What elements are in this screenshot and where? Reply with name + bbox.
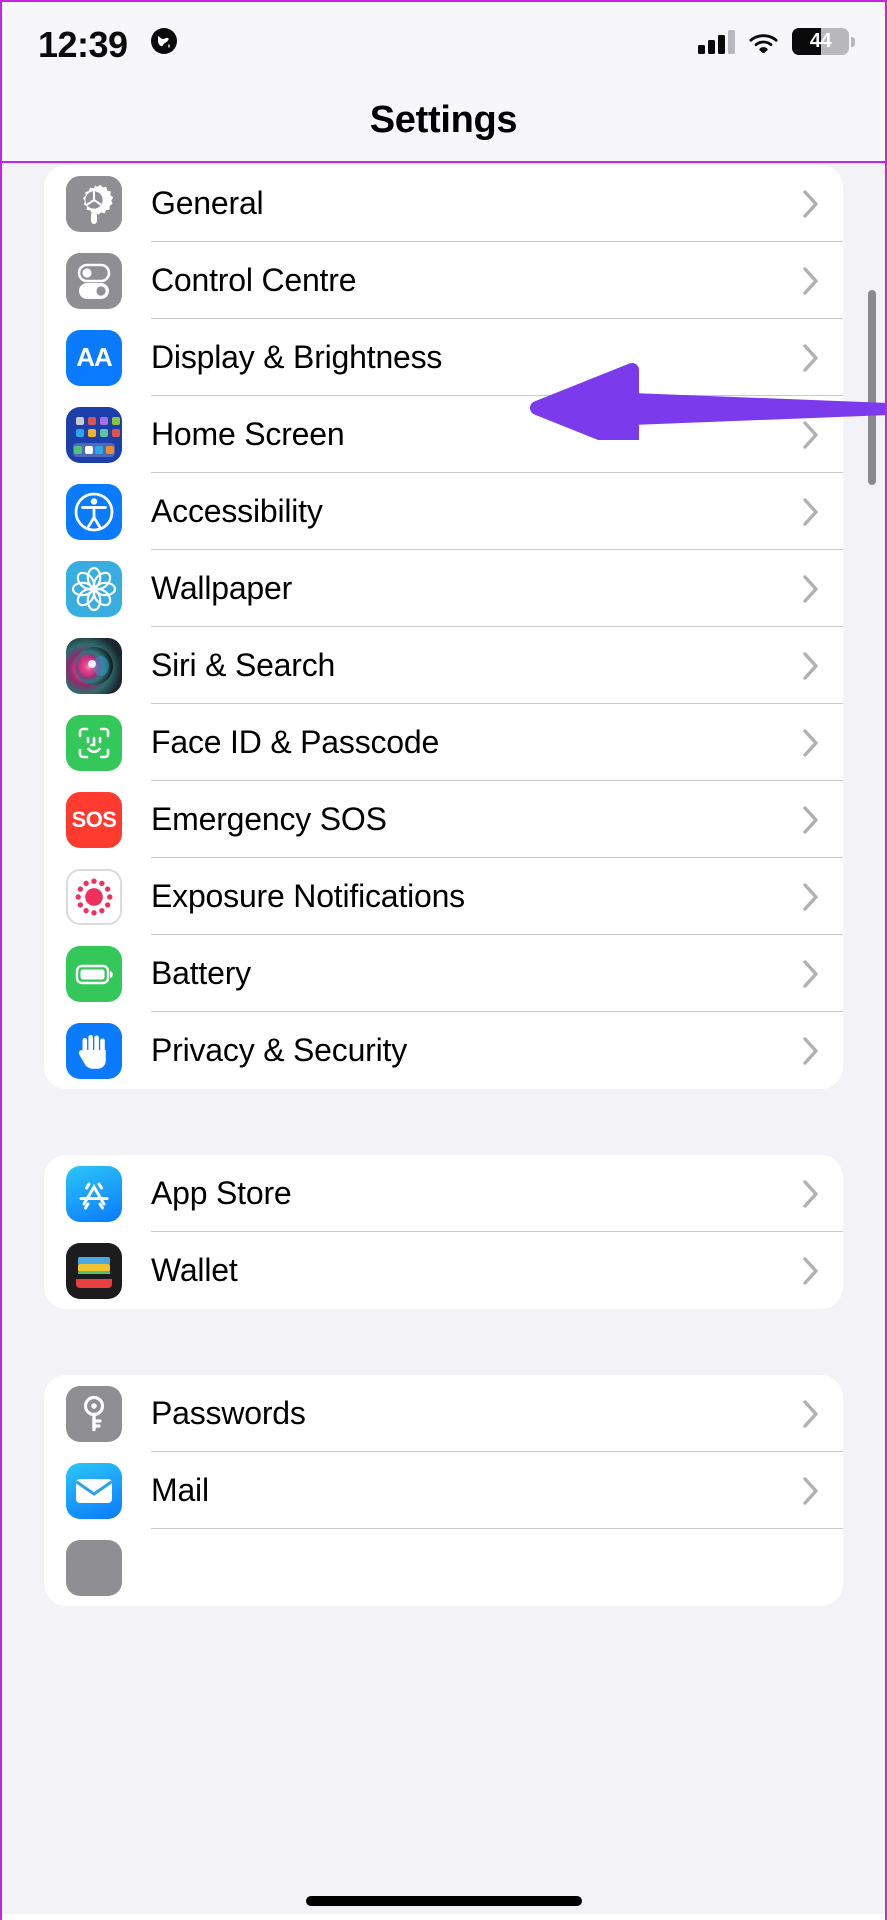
settings-row-label: Privacy & Security	[151, 1032, 408, 1068]
vertical-scrollbar[interactable]	[868, 290, 876, 485]
settings-row[interactable]: Exposure Notifications	[44, 858, 843, 935]
settings-row-label: Mail	[151, 1472, 209, 1508]
settings-row[interactable]: Battery	[44, 935, 843, 1012]
settings-row[interactable]: Face ID & Passcode	[44, 704, 843, 781]
chevron-right-icon	[803, 189, 818, 218]
status-bar: 12:39 44	[2, 0, 885, 80]
aa-glyph: AA	[76, 342, 113, 372]
passwords-key-icon	[66, 1385, 122, 1442]
settings-row-label: Accessibility	[151, 493, 323, 529]
display-brightness-icon: AA	[66, 329, 122, 386]
chevron-right-icon	[803, 266, 818, 295]
settings-row-label: Exposure Notifications	[151, 878, 465, 914]
chevron-right-icon	[803, 1256, 818, 1285]
settings-row-label: Passwords	[151, 1395, 306, 1431]
battery-icon	[66, 945, 122, 1002]
chevron-right-icon	[803, 1179, 818, 1208]
battery-percent-label: 44	[809, 30, 832, 52]
chevron-right-icon	[803, 497, 818, 526]
settings-row[interactable]	[44, 1529, 843, 1606]
battery-status-icon: 44	[792, 28, 849, 55]
settings-row-label: Battery	[151, 955, 251, 991]
settings-row[interactable]: Passwords	[44, 1375, 843, 1452]
settings-row-label: Wallpaper	[151, 570, 293, 606]
settings-row-label: Control Centre	[151, 262, 357, 298]
phone-screen: 12:39 44 Settings General Control Centre…	[0, 0, 887, 1920]
chevron-right-icon	[803, 959, 818, 988]
wifi-icon	[749, 33, 778, 53]
settings-row[interactable]: AA Display & Brightness	[44, 319, 843, 396]
settings-row-label: Face ID & Passcode	[151, 724, 440, 760]
chevron-right-icon	[803, 882, 818, 911]
chevron-right-icon	[803, 420, 818, 449]
settings-group-store: App Store Wallet	[44, 1155, 843, 1309]
settings-row-label: General	[151, 185, 264, 221]
settings-row-label: App Store	[151, 1175, 292, 1211]
control-centre-icon	[66, 252, 122, 309]
dock-bar	[73, 442, 115, 457]
settings-group-system: General Control Centre AA Display & Brightn…	[44, 165, 843, 1089]
page-title: Settings	[369, 99, 518, 141]
privacy-security-icon	[66, 1022, 122, 1079]
globe-icon	[151, 28, 177, 54]
settings-row[interactable]: Home Screen	[44, 396, 843, 473]
settings-row[interactable]: Wallet	[44, 1232, 843, 1309]
status-bar-time: 12:39	[38, 24, 128, 65]
status-bar-icons: 44	[698, 28, 855, 55]
chevron-right-icon	[803, 728, 818, 757]
chevron-right-icon	[803, 805, 818, 834]
settings-row[interactable]: Wallpaper	[44, 550, 843, 627]
settings-row[interactable]: Siri & Search	[44, 627, 843, 704]
chevron-right-icon	[803, 1476, 818, 1505]
settings-row[interactable]: General	[44, 165, 843, 242]
chevron-right-icon	[803, 343, 818, 372]
cellular-signal-icon	[698, 29, 735, 54]
settings-row-label: Wallet	[151, 1252, 238, 1288]
settings-row-label: Emergency SOS	[151, 801, 387, 837]
face-id-icon	[66, 714, 122, 771]
home-grid	[76, 416, 120, 437]
gear-icon	[66, 175, 122, 232]
chevron-right-icon	[803, 1399, 818, 1428]
accessibility-icon	[66, 483, 122, 540]
bottom-fade	[2, 1914, 885, 1920]
emergency-sos-icon: SOS	[66, 791, 122, 848]
home-screen-icon	[66, 406, 122, 463]
settings-row[interactable]: App Store	[44, 1155, 843, 1232]
settings-group-accounts: Passwords Mail	[44, 1375, 843, 1606]
settings-row-label: Siri & Search	[151, 647, 336, 683]
app-store-icon	[66, 1165, 122, 1222]
settings-list[interactable]: General Control Centre AA Display & Brightn…	[2, 165, 885, 1920]
settings-row[interactable]: Privacy & Security	[44, 1012, 843, 1089]
chevron-right-icon	[803, 1036, 818, 1065]
settings-row[interactable]: SOS Emergency SOS	[44, 781, 843, 858]
home-indicator[interactable]	[305, 1896, 582, 1906]
sos-glyph: SOS	[71, 806, 117, 832]
settings-row-label: Home Screen	[151, 416, 345, 452]
wallpaper-icon	[66, 560, 122, 617]
settings-row[interactable]: Mail	[44, 1452, 843, 1529]
chevron-right-icon	[803, 574, 818, 603]
mail-icon	[66, 1462, 122, 1519]
nav-bar: Settings	[2, 80, 885, 163]
chevron-right-icon	[803, 651, 818, 680]
contacts-icon	[66, 1539, 122, 1596]
exposure-notifications-icon	[66, 868, 122, 925]
wallet-icon	[66, 1242, 122, 1299]
settings-row[interactable]: Control Centre	[44, 242, 843, 319]
settings-row[interactable]: Accessibility	[44, 473, 843, 550]
siri-icon	[66, 637, 122, 694]
settings-row-label: Display & Brightness	[151, 339, 443, 375]
